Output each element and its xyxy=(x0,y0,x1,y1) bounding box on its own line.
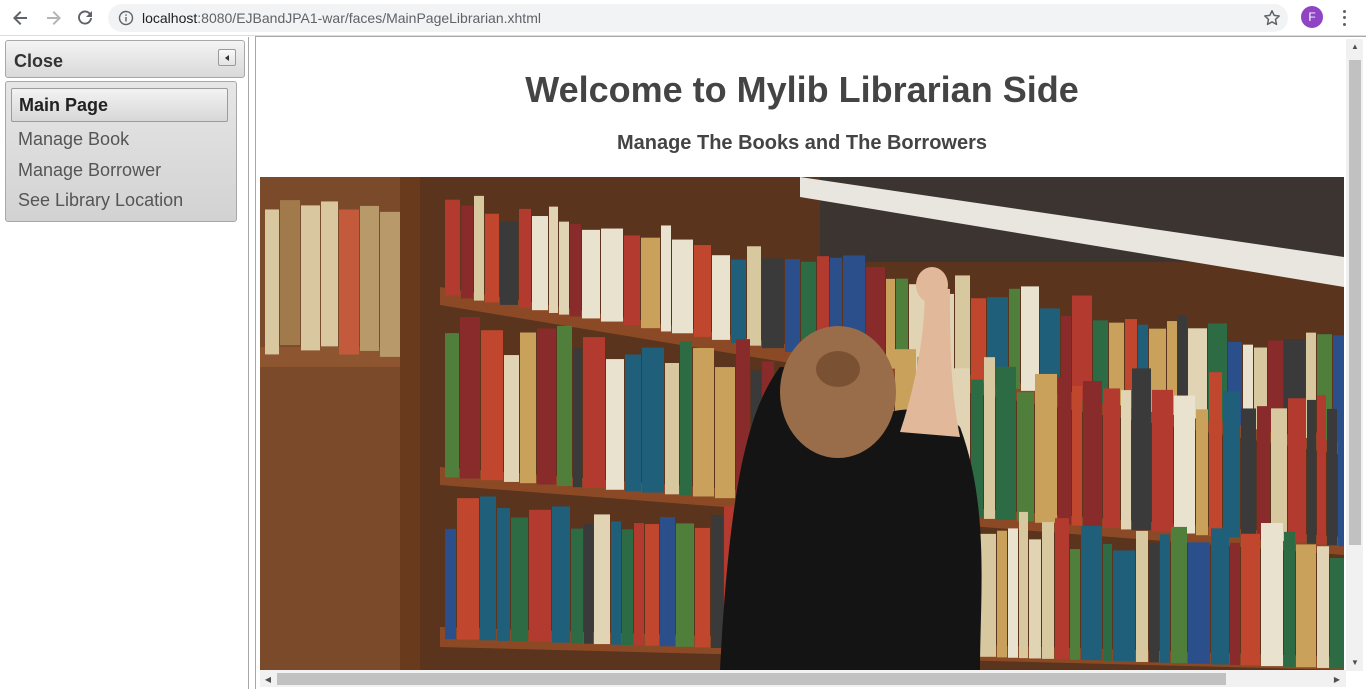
url-text[interactable]: localhost:8080/EJBandJPA1-war/faces/Main… xyxy=(142,10,541,26)
info-icon[interactable] xyxy=(118,10,134,26)
reload-button[interactable] xyxy=(69,2,101,34)
star-icon xyxy=(1264,10,1280,26)
collapse-panel-button[interactable] xyxy=(218,49,236,66)
scroll-down-icon[interactable]: ▼ xyxy=(1350,657,1360,667)
profile-avatar[interactable]: F xyxy=(1301,6,1323,28)
west-panel-header: Close xyxy=(5,40,245,78)
scroll-up-icon[interactable]: ▲ xyxy=(1350,41,1360,51)
bookshelf-illustration xyxy=(260,177,1344,670)
bookmark-star-button[interactable] xyxy=(1262,8,1282,28)
west-panel: Close Main Page Manage Book Manage Borro… xyxy=(0,37,249,689)
page-subtitle: Manage The Books and The Borrowers xyxy=(616,132,988,154)
kebab-menu-icon[interactable] xyxy=(1336,8,1352,28)
bookshelf-photo xyxy=(260,177,1344,670)
page-title: Welcome to Mylib Librarian Side xyxy=(525,69,1079,110)
menu-item-main-page[interactable]: Main Page xyxy=(11,88,228,122)
nav-menu: Main Page Manage Book Manage Borrower Se… xyxy=(5,81,237,222)
reload-icon xyxy=(78,10,92,25)
vertical-scrollbar[interactable]: ▲ ▼ xyxy=(1346,39,1363,671)
url-path: :8080/EJBandJPA1-war/faces/MainPageLibra… xyxy=(197,10,541,26)
vertical-scroll-thumb[interactable] xyxy=(1349,60,1361,545)
arrow-right-icon xyxy=(47,10,61,25)
triangle-left-icon xyxy=(225,54,229,61)
menu-item-manage-borrower[interactable]: Manage Borrower xyxy=(11,153,228,187)
horizontal-scroll-thumb[interactable] xyxy=(277,673,1226,685)
scroll-left-icon[interactable]: ◀ xyxy=(263,674,273,684)
url-host: localhost xyxy=(142,10,198,26)
scroll-right-icon[interactable]: ▶ xyxy=(1332,674,1342,684)
back-button[interactable] xyxy=(5,2,37,34)
arrow-left-icon xyxy=(13,10,27,25)
address-bar[interactable]: localhost:8080/EJBandJPA1-war/faces/Main… xyxy=(108,4,1288,32)
browser-toolbar: localhost:8080/EJBandJPA1-war/faces/Main… xyxy=(0,0,1366,36)
center-panel: Welcome to Mylib Librarian Side Manage T… xyxy=(255,36,1366,689)
menu-item-see-library-location[interactable]: See Library Location xyxy=(11,183,228,217)
west-panel-title[interactable]: Close xyxy=(14,51,63,72)
horizontal-scrollbar[interactable]: ◀ ▶ xyxy=(260,670,1346,687)
forward-button[interactable] xyxy=(37,2,69,34)
menu-item-manage-book[interactable]: Manage Book xyxy=(11,122,228,156)
